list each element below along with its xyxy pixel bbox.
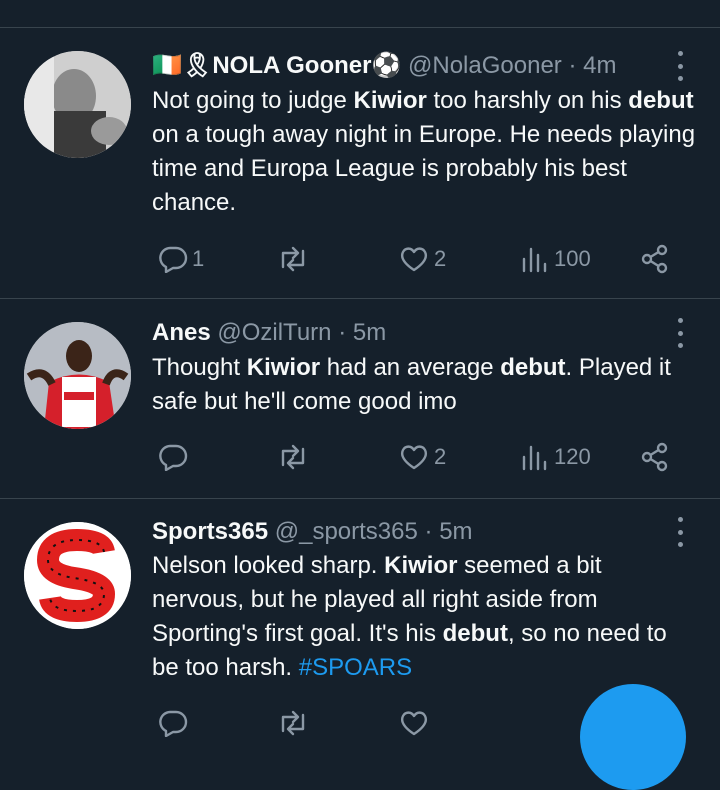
retweet-button[interactable] bbox=[276, 239, 314, 279]
tweet-card[interactable]: 🇮🇪🎗NOLA Gooner⚽ @NolaGooner · 4m Not goi… bbox=[0, 28, 720, 299]
tweet-header: Sports365 @_sports365 · 5m bbox=[152, 517, 473, 547]
share-button[interactable] bbox=[640, 437, 670, 477]
avatar[interactable] bbox=[24, 522, 131, 629]
compose-fab[interactable] bbox=[580, 684, 686, 790]
share-button[interactable] bbox=[640, 239, 670, 279]
retweet-icon bbox=[281, 246, 305, 272]
user-handle[interactable]: @NolaGooner bbox=[408, 52, 562, 79]
reply-icon bbox=[159, 444, 188, 471]
highlighted-term: Kiwior bbox=[246, 354, 321, 381]
text-segment: Not going to judge bbox=[152, 87, 354, 114]
timestamp[interactable]: 5m bbox=[439, 518, 472, 545]
user-handle[interactable]: @OzilTurn bbox=[217, 319, 331, 346]
highlighted-term: debut bbox=[628, 87, 694, 114]
text-segment: on a tough away night in Europe. He need… bbox=[152, 121, 696, 216]
views-button[interactable]: 100 bbox=[520, 239, 591, 279]
tweet-card[interactable]: Anes @OzilTurn · 5m Thought Kiwior had a… bbox=[0, 298, 720, 499]
like-button[interactable]: 2 bbox=[398, 239, 446, 279]
display-name[interactable]: Anes bbox=[152, 319, 211, 346]
retweet-button[interactable] bbox=[276, 437, 314, 477]
display-name[interactable]: Sports365 bbox=[152, 518, 268, 545]
highlighted-term: Kiwior bbox=[384, 552, 458, 579]
like-button[interactable] bbox=[398, 703, 430, 743]
more-icon[interactable] bbox=[672, 517, 688, 547]
views-icon bbox=[522, 445, 547, 471]
text-segment: had an average bbox=[320, 354, 501, 381]
tweet-actions: 2 120 bbox=[0, 437, 720, 477]
tweet-text: Thought Kiwior had an average debut. Pla… bbox=[152, 351, 697, 419]
reply-icon bbox=[159, 710, 188, 737]
tweet-header: 🇮🇪🎗NOLA Gooner⚽ @NolaGooner · 4m bbox=[152, 51, 616, 81]
like-icon bbox=[400, 247, 428, 272]
timestamp[interactable]: 5m bbox=[353, 319, 386, 346]
retweet-icon bbox=[281, 710, 305, 736]
separator-dot: · bbox=[338, 319, 347, 346]
reply-button[interactable] bbox=[158, 437, 192, 477]
tweet-actions: 1 2 100 bbox=[0, 239, 720, 279]
tweet-text: Nelson looked sharp. Kiwior seemed a bit… bbox=[152, 549, 697, 685]
highlighted-term: debut bbox=[500, 354, 566, 381]
more-icon[interactable] bbox=[672, 318, 688, 348]
reply-count: 1 bbox=[192, 246, 205, 271]
text-segment: Thought bbox=[152, 354, 247, 381]
reply-button[interactable]: 1 bbox=[158, 239, 204, 279]
user-handle[interactable]: @_sports365 bbox=[275, 518, 418, 545]
views-count: 100 bbox=[554, 246, 591, 271]
avatar[interactable] bbox=[24, 51, 131, 158]
avatar[interactable] bbox=[24, 322, 131, 429]
like-count: 2 bbox=[434, 246, 447, 271]
timestamp[interactable]: 4m bbox=[583, 52, 616, 79]
like-button[interactable]: 2 bbox=[398, 437, 446, 477]
separator-dot: · bbox=[424, 518, 433, 545]
previous-tweet-edge bbox=[0, 0, 720, 28]
retweet-icon bbox=[281, 444, 305, 470]
share-icon bbox=[641, 244, 668, 274]
separator-dot: · bbox=[568, 52, 577, 79]
display-name[interactable]: 🇮🇪🎗NOLA Gooner⚽ bbox=[152, 52, 401, 79]
like-count: 2 bbox=[434, 444, 447, 469]
views-icon bbox=[522, 247, 547, 273]
share-icon bbox=[641, 442, 668, 472]
reply-icon bbox=[159, 246, 188, 273]
like-icon bbox=[400, 445, 428, 470]
highlighted-term: debut bbox=[442, 620, 508, 647]
text-segment: too harshly on his bbox=[426, 87, 629, 114]
tweet-card[interactable]: Sports365 @_sports365 · 5m Nelson looked… bbox=[0, 498, 720, 737]
like-icon bbox=[400, 711, 428, 736]
views-button[interactable]: 120 bbox=[520, 437, 591, 477]
reply-button[interactable] bbox=[158, 703, 188, 743]
hashtag-link[interactable]: #SPOARS bbox=[299, 654, 412, 681]
tweet-header: Anes @OzilTurn · 5m bbox=[152, 318, 386, 348]
more-icon[interactable] bbox=[672, 51, 688, 81]
text-segment: Nelson looked sharp. bbox=[152, 552, 385, 579]
tweet-text: Not going to judge Kiwior too harshly on… bbox=[152, 84, 697, 220]
retweet-button[interactable] bbox=[276, 703, 310, 743]
highlighted-term: Kiwior bbox=[353, 87, 427, 114]
views-count: 120 bbox=[554, 444, 591, 469]
